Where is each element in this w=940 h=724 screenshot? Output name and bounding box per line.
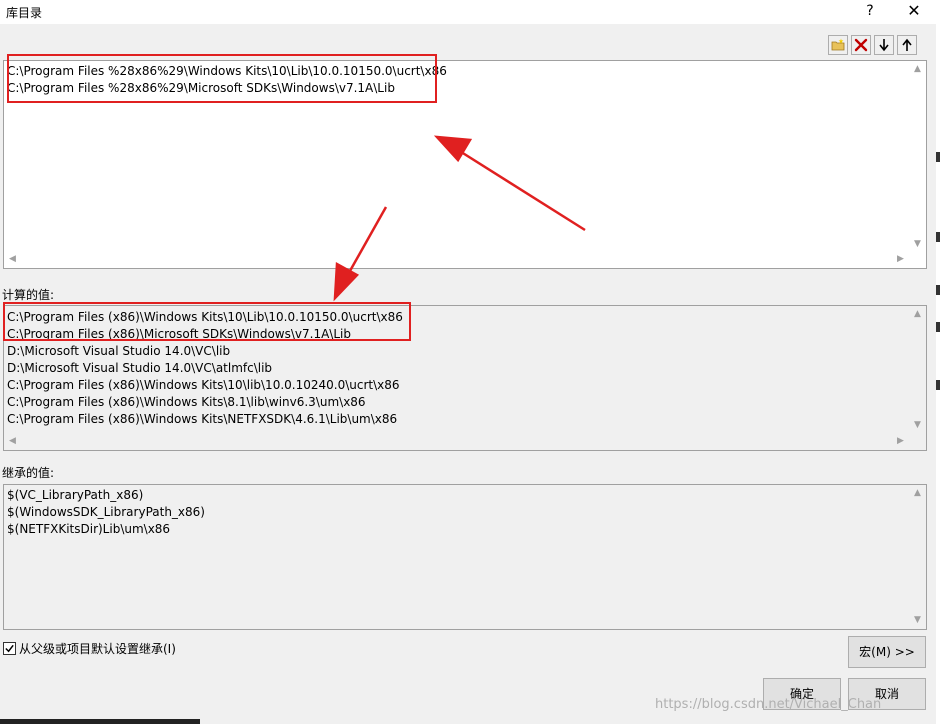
background-window-edge [936, 0, 940, 724]
move-up-icon [902, 38, 912, 51]
delete-icon [854, 38, 868, 52]
scroll-up-icon[interactable]: ▲ [909, 485, 926, 502]
delete-line-button[interactable] [851, 35, 871, 55]
list-item: C:\Program Files (x86)\Windows Kits\NETF… [7, 412, 398, 426]
horizontal-scrollbar[interactable]: ◀ ▶ [4, 251, 909, 268]
taskbar-edge [0, 719, 200, 724]
inherited-values-label: 继承的值: [2, 466, 55, 480]
list-toolbar [828, 35, 917, 55]
evaluated-values-label: 计算的值: [2, 288, 55, 302]
watermark-text: https://blog.csdn.net/Vichael_Chan [655, 697, 882, 712]
scroll-left-icon[interactable]: ◀ [4, 433, 21, 450]
scroll-right-icon[interactable]: ▶ [892, 433, 909, 450]
vertical-scrollbar[interactable]: ▲ ▼ [909, 306, 926, 434]
help-button[interactable]: ? [858, 0, 882, 24]
horizontal-scrollbar[interactable]: ◀ ▶ [4, 433, 909, 450]
move-up-button[interactable] [897, 35, 917, 55]
annotation-box-evaluated [3, 302, 411, 341]
annotation-box-edit [7, 54, 437, 103]
list-item: C:\Program Files (x86)\Windows Kits\8.1\… [7, 395, 366, 409]
scroll-down-icon[interactable]: ▼ [909, 612, 926, 629]
macros-button[interactable]: 宏(M) >> [848, 636, 926, 668]
inherit-checkbox-label: 从父级或项目默认设置继承(I) [19, 642, 176, 656]
inherit-checkbox-row[interactable]: 从父级或项目默认设置继承(I) [3, 640, 176, 657]
list-item: D:\Microsoft Visual Studio 14.0\VC\lib [7, 344, 231, 358]
new-line-button[interactable] [828, 35, 848, 55]
move-down-button[interactable] [874, 35, 894, 55]
list-item: C:\Program Files (x86)\Windows Kits\10\l… [7, 378, 400, 392]
vertical-scrollbar[interactable]: ▲ ▼ [909, 485, 926, 629]
title-bar: 库目录 ? ✕ [0, 0, 936, 24]
list-item: $(WindowsSDK_LibraryPath_x86) [7, 505, 205, 519]
scroll-right-icon[interactable]: ▶ [892, 251, 909, 268]
checkmark-icon [5, 644, 14, 653]
move-down-icon [879, 39, 889, 52]
scroll-down-icon[interactable]: ▼ [909, 417, 926, 434]
scroll-down-icon[interactable]: ▼ [909, 236, 926, 253]
library-directories-dialog: 库目录 ? ✕ C:\Program Files %28x86%29\Windo… [0, 0, 936, 724]
list-item: $(NETFXKitsDir)Lib\um\x86 [7, 522, 171, 536]
inherit-checkbox[interactable] [3, 642, 16, 655]
list-item: D:\Microsoft Visual Studio 14.0\VC\atlmf… [7, 361, 273, 375]
scroll-up-icon[interactable]: ▲ [909, 306, 926, 323]
scroll-left-icon[interactable]: ◀ [4, 251, 21, 268]
scroll-up-icon[interactable]: ▲ [909, 61, 926, 78]
vertical-scrollbar[interactable]: ▲ ▼ [909, 61, 926, 253]
inherited-values-list: $(VC_LibraryPath_x86) $(WindowsSDK_Libra… [3, 484, 927, 630]
dialog-title: 库目录 [6, 6, 43, 20]
close-button[interactable]: ✕ [900, 0, 928, 24]
list-item: $(VC_LibraryPath_x86) [7, 488, 144, 502]
new-folder-icon [831, 38, 845, 51]
